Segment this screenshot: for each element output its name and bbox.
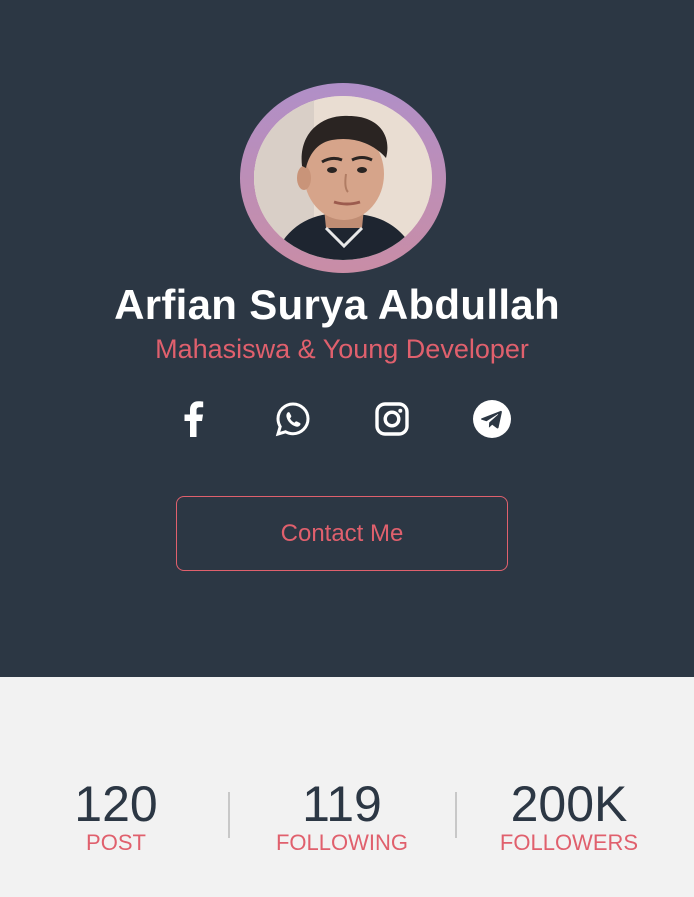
telegram-icon xyxy=(472,399,512,439)
stat-value: 119 xyxy=(302,776,382,832)
whatsapp-icon xyxy=(275,401,311,437)
stat-post: 120 POST xyxy=(56,776,176,856)
profile-card: Arfian Surya Abdullah Mahasiswa & Young … xyxy=(0,0,694,897)
avatar xyxy=(254,96,432,260)
instagram-icon xyxy=(374,401,410,437)
stat-divider xyxy=(228,792,230,838)
whatsapp-link[interactable] xyxy=(272,398,314,440)
stat-value: 200K xyxy=(510,776,628,832)
stat-followers: 200K FOLLOWERS xyxy=(488,776,650,856)
stat-label: FOLLOWING xyxy=(275,830,408,855)
telegram-link[interactable] xyxy=(471,398,513,440)
contact-me-button[interactable]: Contact Me xyxy=(176,496,508,571)
profile-subtitle: Mahasiswa & Young Developer xyxy=(155,334,529,364)
facebook-icon xyxy=(182,401,204,437)
avatar-ring xyxy=(240,83,446,273)
instagram-link[interactable] xyxy=(371,398,413,440)
facebook-link[interactable] xyxy=(172,398,214,440)
stat-label: FOLLOWERS xyxy=(499,830,639,855)
stat-value: 120 xyxy=(74,776,158,832)
profile-header: Arfian Surya Abdullah Mahasiswa & Young … xyxy=(0,0,694,677)
social-links xyxy=(0,398,694,440)
stat-label: POST xyxy=(86,830,146,855)
profile-name: Arfian Surya Abdullah xyxy=(114,281,560,328)
stat-following: 119 FOLLOWING xyxy=(262,776,422,856)
stat-divider xyxy=(455,792,457,838)
